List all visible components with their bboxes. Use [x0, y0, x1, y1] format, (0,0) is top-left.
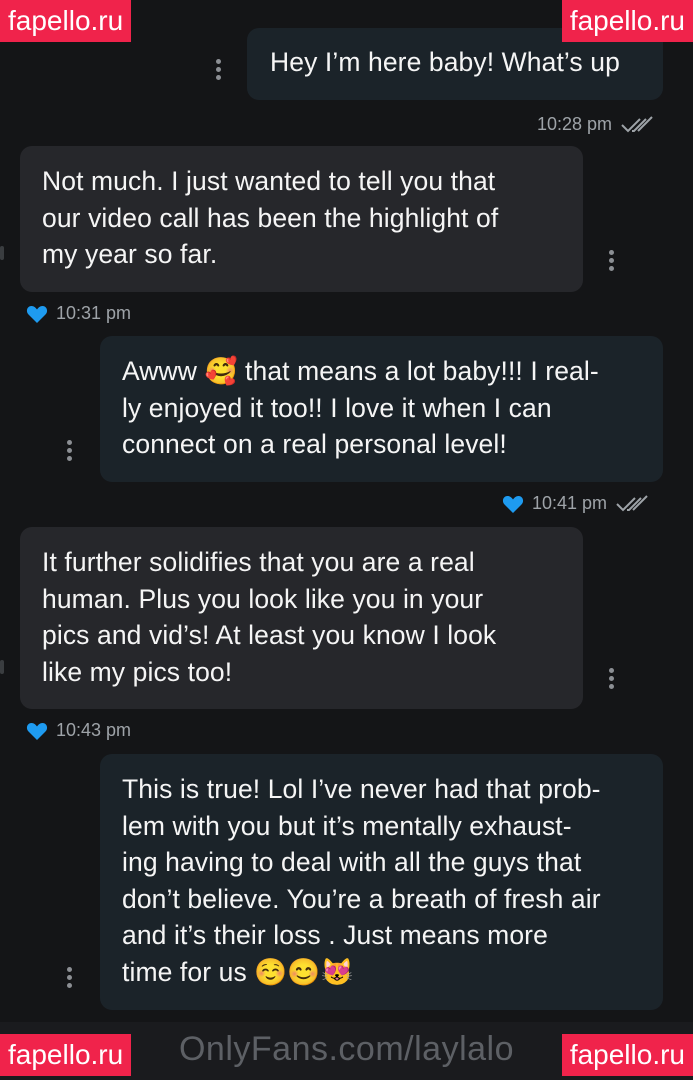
message-text-line: my year so far.: [42, 239, 218, 269]
message-text-line: our video call has been the highlight of: [42, 202, 499, 233]
message-time: 10:43 pm: [56, 720, 132, 740]
message-text-line: don’t believe. You’re a breath of fresh …: [122, 883, 601, 914]
message-text-line: It further solidifies that you are a rea…: [42, 547, 475, 577]
watermark-top-left: fapello.ru: [0, 0, 132, 42]
watermark-top-right: fapello.ru: [561, 0, 693, 42]
heart-icon[interactable]: [26, 721, 48, 741]
message-text-line: connect on a real personal level!: [122, 429, 507, 459]
message-options-icon[interactable]: [216, 59, 222, 83]
heart-icon[interactable]: [502, 494, 524, 514]
message-text-line: pics and vid’s! At least you know I look: [42, 620, 497, 650]
message-time: 10:41 pm: [532, 493, 608, 513]
message-text-line: This is true! Lol I’ve never had that pr…: [122, 774, 601, 804]
message-bubble-incoming[interactable]: Not much. I just wanted to tell you that…: [20, 146, 583, 292]
message-text-line: lem with you but it’s mentally exhaust-: [122, 810, 572, 841]
message-time: 10:28 pm: [537, 114, 613, 134]
message-time: 10:31 pm: [56, 303, 132, 323]
message-text-line: human. Plus you look like you in your: [42, 583, 484, 614]
message-meta: 10:31 pm: [26, 303, 131, 324]
message-text-line: Not much. I just wanted to tell you that: [42, 166, 496, 196]
message-options-icon[interactable]: [609, 668, 615, 692]
message-options-icon[interactable]: [67, 440, 73, 464]
message-meta: 10:43 pm: [26, 720, 131, 741]
message-text-line: like my pics too!: [42, 656, 233, 687]
message-text-line: ing having to deal with all the guys tha…: [122, 847, 582, 877]
avatar-edge: [0, 246, 4, 260]
message-text-line: and it’s their loss . Just means more: [122, 920, 548, 950]
message-options-icon[interactable]: [67, 967, 73, 991]
watermark-bottom-right: fapello.ru: [561, 1034, 693, 1076]
message-text-line: Hey I’m here baby! What’s up: [270, 47, 620, 77]
message-bubble-incoming[interactable]: It further solidifies that you are a rea…: [20, 527, 583, 709]
message-meta: 10:28 pm: [537, 114, 654, 135]
message-text-line: ly enjoyed it too!! I love it when I can: [122, 392, 552, 423]
double-check-icon: [616, 494, 648, 511]
watermark-bottom-left: fapello.ru: [0, 1034, 132, 1076]
message-text-line: time for us ☺️😊😻: [122, 956, 354, 987]
message-bubble-outgoing[interactable]: This is true! Lol I’ve never had that pr…: [100, 754, 663, 1010]
message-options-icon[interactable]: [609, 250, 615, 274]
heart-icon[interactable]: [26, 304, 48, 324]
message-meta: 10:41 pm: [502, 493, 649, 514]
message-text-line: Awww 🥰 that means a lot baby!!! I real-: [122, 356, 599, 386]
avatar-edge: [0, 660, 4, 674]
message-bubble-outgoing[interactable]: Awww 🥰 that means a lot baby!!! I real- …: [100, 336, 663, 482]
double-check-icon: [621, 115, 653, 132]
